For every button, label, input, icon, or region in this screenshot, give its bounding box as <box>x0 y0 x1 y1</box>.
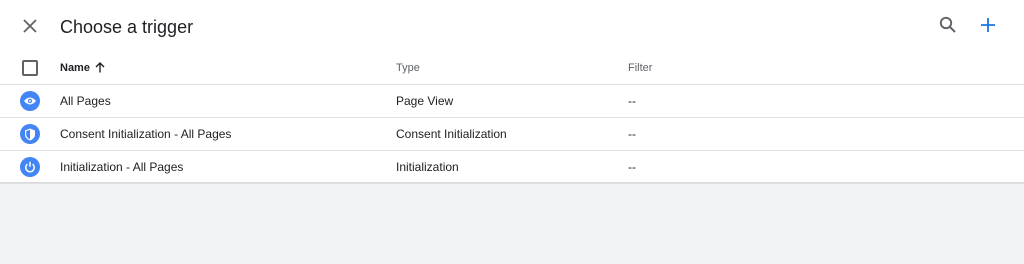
trigger-type: Page View <box>396 94 454 108</box>
trigger-name: Consent Initialization - All Pages <box>60 127 232 141</box>
trigger-filter: -- <box>628 127 636 141</box>
trigger-type: Initialization <box>396 160 459 174</box>
add-icon <box>981 18 995 32</box>
trigger-filter: -- <box>628 160 636 174</box>
trigger-filter: -- <box>628 94 636 108</box>
column-header-name[interactable]: Name <box>60 61 105 77</box>
arrow-up-icon <box>95 62 105 77</box>
trigger-name: All Pages <box>60 94 111 108</box>
close-icon <box>23 19 37 33</box>
panel-header: Choose a trigger <box>0 0 1024 52</box>
power-icon <box>20 157 40 177</box>
column-header-type[interactable]: Type <box>396 61 420 75</box>
trigger-picker-panel: Choose a trigger Name Type Filter All Pa… <box>0 0 1024 184</box>
table-header: Name Type Filter <box>0 52 1024 85</box>
close-button[interactable] <box>18 14 42 38</box>
column-header-filter[interactable]: Filter <box>628 61 652 75</box>
column-header-name-label: Name <box>60 62 90 74</box>
add-trigger-button[interactable] <box>976 13 1000 37</box>
table-row[interactable]: All Pages Page View -- <box>0 85 1024 118</box>
page-title: Choose a trigger <box>60 17 194 37</box>
trigger-type: Consent Initialization <box>396 127 507 141</box>
select-all-checkbox[interactable] <box>22 60 38 76</box>
shield-icon <box>20 124 40 144</box>
eye-icon <box>20 91 40 111</box>
search-button[interactable] <box>936 13 960 37</box>
table-row[interactable]: Initialization - All Pages Initializatio… <box>0 151 1024 184</box>
table-row[interactable]: Consent Initialization - All Pages Conse… <box>0 118 1024 151</box>
trigger-name: Initialization - All Pages <box>60 160 184 174</box>
search-icon <box>939 16 956 33</box>
